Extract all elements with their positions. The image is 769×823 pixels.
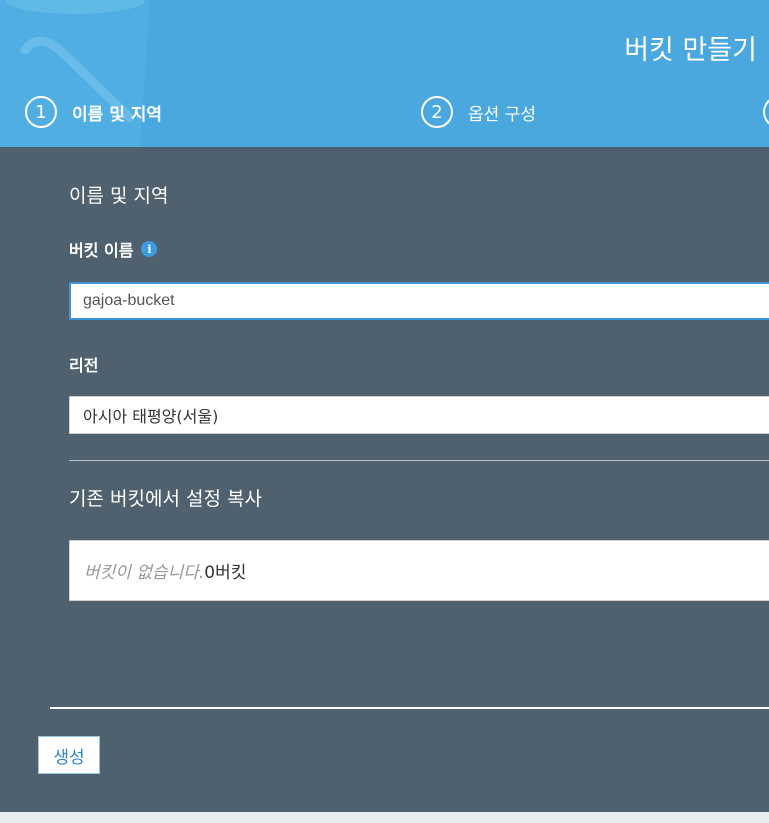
section-title: 이름 및 지역 bbox=[69, 185, 169, 207]
step-2[interactable]: 2 옵션 구성 bbox=[421, 96, 536, 128]
region-select[interactable]: 아시아 태평양(서울) bbox=[69, 396, 769, 434]
step-2-number: 2 bbox=[421, 96, 453, 128]
bucket-name-label-text: 버킷 이름 bbox=[69, 241, 134, 260]
region-label: 리전 bbox=[69, 356, 99, 375]
bucket-name-input[interactable] bbox=[69, 282, 769, 320]
divider bbox=[69, 460, 769, 461]
copy-settings-placeholder: 버킷이 없습니다. bbox=[84, 563, 205, 583]
footer-divider bbox=[50, 707, 769, 709]
info-icon[interactable]: i bbox=[141, 241, 158, 257]
bucket-name-label: 버킷 이름 i bbox=[69, 237, 158, 261]
step-1[interactable]: 1 이름 및 지역 bbox=[25, 96, 162, 128]
step-3[interactable]: 3 bbox=[763, 96, 769, 128]
copy-settings-title: 기존 버킷에서 설정 복사 bbox=[69, 488, 262, 510]
step-2-label: 옵션 구성 bbox=[468, 104, 536, 125]
step-1-label: 이름 및 지역 bbox=[72, 104, 163, 125]
modal-title: 버킷 만들기 bbox=[624, 35, 757, 66]
create-button[interactable]: 생성 bbox=[38, 736, 100, 774]
step-3-number: 3 bbox=[763, 96, 769, 128]
step-1-number: 1 bbox=[25, 96, 57, 128]
copy-settings-count: 0버킷 bbox=[204, 563, 247, 583]
page-background-strip bbox=[0, 812, 769, 823]
modal-header: 버킷 만들기 1 이름 및 지역 2 옵션 구성 3 bbox=[0, 0, 769, 147]
copy-settings-select[interactable]: 버킷이 없습니다. 0버킷 bbox=[69, 540, 769, 601]
